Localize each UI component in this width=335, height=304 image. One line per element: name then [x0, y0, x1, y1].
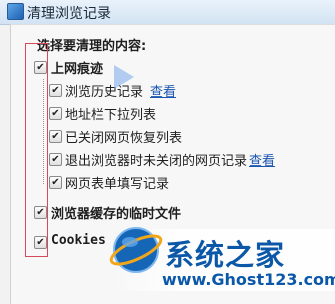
label-form-data: 网页表单填写记录: [65, 177, 170, 192]
label-closed-pages: 已关闭网页恢复列表: [65, 131, 183, 146]
window-title: 清理浏览记录: [27, 6, 111, 22]
checkmark-icon: ✔: [51, 85, 60, 96]
view-history-link[interactable]: 查看: [150, 81, 176, 100]
checkbox-closed-pages[interactable]: ✔: [49, 130, 62, 143]
checkbox-form-data[interactable]: ✔: [49, 176, 62, 189]
app-icon: [7, 3, 24, 20]
label-browsing-traces: 上网痕迹: [51, 62, 104, 77]
title-bar: 清理浏览记录: [0, 0, 335, 25]
highlight-box: [25, 43, 48, 257]
label-unclosed-pages: 退出浏览器时未关闭的网页记录: [65, 154, 248, 169]
watermark-url: www.Ghost123.com: [162, 270, 335, 289]
checkmark-icon: ✔: [51, 131, 60, 142]
watermark-brand: 系统之家: [165, 238, 286, 272]
globe-logo-icon: [109, 227, 163, 273]
checkbox-history[interactable]: ✔: [49, 84, 62, 97]
checkbox-address-bar[interactable]: ✔: [49, 107, 62, 120]
label-cache: 浏览器缓存的临时文件: [51, 207, 182, 222]
checkmark-icon: ✔: [51, 177, 60, 188]
label-cookies: Cookies: [51, 233, 106, 248]
view-unclosed-link[interactable]: 查看: [249, 150, 275, 169]
checkmark-icon: ✔: [51, 154, 60, 165]
checkbox-unclosed-pages[interactable]: ✔: [49, 153, 62, 166]
label-address-bar: 地址栏下拉列表: [65, 108, 157, 123]
cursor-mark-icon: [114, 65, 134, 89]
checkmark-icon: ✔: [51, 108, 60, 119]
section-heading: 选择要清理的内容:: [37, 39, 147, 54]
